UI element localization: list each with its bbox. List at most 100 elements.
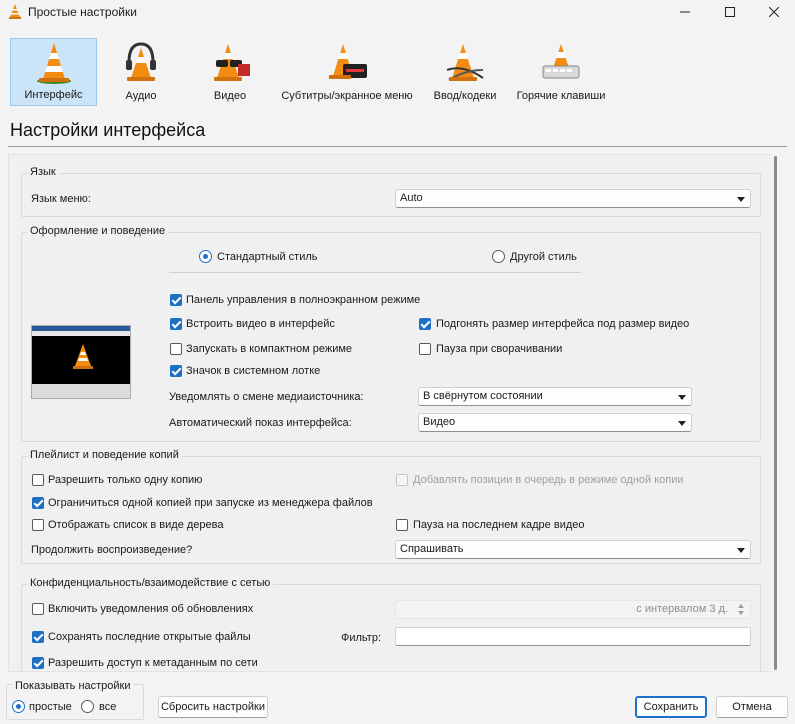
custom-style-radio[interactable]: [492, 250, 505, 263]
resize-interface-checkbox[interactable]: [419, 318, 431, 330]
tab-input-codecs[interactable]: Ввод/кодеки: [428, 38, 502, 106]
chevron-down-icon: [737, 197, 745, 202]
update-notify-checkbox[interactable]: [32, 603, 44, 615]
metadata-access-label: Разрешить доступ к метаданным по сети: [48, 657, 258, 669]
update-interval-spinbox[interactable]: с интервалом 3 д.: [395, 600, 751, 619]
tab-hotkeys-label: Горячие клавиши: [516, 90, 606, 102]
interface-preview-image: [31, 325, 131, 399]
auto-raise-label: Автоматический показ интерфейса:: [169, 417, 352, 429]
chevron-down-icon: [678, 395, 686, 400]
scrollbar-thumb[interactable]: [774, 156, 777, 670]
update-interval-value: с интервалом 3 д.: [636, 603, 728, 615]
tab-interface-label: Интерфейс: [24, 89, 83, 101]
systray-icon-label: Значок в системном лотке: [186, 365, 321, 377]
tab-subtitles-label: Субтитры/экранное меню: [281, 90, 413, 102]
filter-input[interactable]: [395, 627, 751, 646]
resume-playback-label: Продолжить воспроизведение?: [31, 544, 193, 556]
tree-view-label: Отображать список в виде дерева: [48, 519, 224, 531]
custom-style-label: Другой стиль: [510, 251, 577, 263]
appearance-group-title: Оформление и поведение: [27, 225, 169, 237]
tab-hotkeys[interactable]: Горячие клавиши: [512, 38, 610, 106]
tab-audio[interactable]: Аудио: [104, 38, 178, 106]
chevron-down-icon: [678, 421, 686, 426]
tab-video[interactable]: Видео: [192, 38, 268, 106]
enqueue-one-instance-label: Добавлять позиции в очередь в режиме одн…: [413, 474, 684, 486]
auto-raise-select[interactable]: Видео: [418, 413, 692, 432]
minimize-icon: [680, 11, 690, 13]
one-instance-label: Разрешить только одну копию: [48, 474, 203, 486]
title-bar: Простые настройки: [0, 0, 795, 24]
tab-interface[interactable]: Интерфейс: [10, 38, 97, 106]
spin-arrows-icon: [738, 603, 746, 617]
notify-change-label: Уведомлять о смене медиаисточника:: [169, 391, 364, 403]
style-separator: [169, 272, 581, 273]
notify-change-value: В свёрнутом состоянии: [423, 390, 543, 402]
category-toolbar: Интерфейс Аудио Видео Субтитры/экранное …: [0, 34, 795, 110]
auto-raise-value: Видео: [423, 416, 456, 428]
pause-last-frame-label: Пауза на последнем кадре видео: [413, 519, 585, 531]
tab-input-codecs-label: Ввод/кодеки: [433, 90, 497, 102]
playlist-group-title: Плейлист и поведение копий: [27, 449, 182, 461]
one-instance-file-manager-label: Ограничиться одной копией при запуске из…: [48, 497, 373, 509]
enqueue-one-instance-checkbox[interactable]: [396, 474, 408, 486]
vlc-cone-icon: [9, 4, 21, 19]
page-title: Настройки интерфейса: [10, 120, 206, 140]
resize-interface-label: Подгонять размер интерфейса под размер в…: [436, 318, 690, 330]
native-style-label: Стандартный стиль: [217, 251, 318, 263]
resume-playback-select[interactable]: Спрашивать: [395, 540, 751, 559]
language-group-title: Язык: [27, 166, 59, 178]
save-button[interactable]: Сохранить: [635, 696, 707, 718]
save-recent-label: Сохранять последние открытые файлы: [48, 631, 251, 643]
one-instance-checkbox[interactable]: [32, 474, 44, 486]
maximize-icon: [725, 7, 735, 17]
interface-cone-icon: [36, 43, 71, 84]
vertical-scrollbar[interactable]: [769, 156, 783, 670]
audio-cone-headphones-icon: [126, 42, 156, 81]
subtitles-cone-icon: [329, 44, 367, 79]
maximize-button[interactable]: [708, 0, 752, 24]
chevron-down-icon: [737, 548, 745, 553]
input-codecs-cone-icon: [446, 44, 484, 81]
tree-view-checkbox[interactable]: [32, 519, 44, 531]
hotkeys-cone-icon: [542, 44, 580, 79]
privacy-group-title: Конфиденциальность/взаимодействие с сеть…: [27, 577, 274, 589]
appearance-group: [21, 232, 761, 442]
minimize-button[interactable]: [663, 0, 707, 24]
fullscreen-controller-checkbox[interactable]: [170, 294, 182, 306]
close-button[interactable]: [752, 0, 795, 24]
pause-minimized-label: Пауза при сворачивании: [436, 343, 563, 355]
one-instance-file-manager-checkbox[interactable]: [32, 497, 44, 509]
all-settings-label: все: [99, 701, 117, 713]
pause-minimized-checkbox[interactable]: [419, 343, 431, 355]
embed-video-checkbox[interactable]: [170, 318, 182, 330]
all-settings-radio[interactable]: [81, 700, 94, 713]
tab-subtitles[interactable]: Субтитры/экранное меню: [279, 38, 415, 106]
compact-mode-checkbox[interactable]: [170, 343, 182, 355]
compact-mode-label: Запускать в компактном режиме: [186, 343, 353, 355]
tab-video-label: Видео: [213, 90, 247, 102]
save-recent-checkbox[interactable]: [32, 631, 44, 643]
title-divider: [8, 146, 787, 147]
simple-settings-radio[interactable]: [12, 700, 25, 713]
menu-language-label: Язык меню:: [31, 193, 91, 205]
cancel-button[interactable]: Отмена: [716, 696, 788, 718]
native-style-radio[interactable]: [199, 250, 212, 263]
settings-scroll-area[interactable]: Язык Язык меню: Auto Оформление и поведе…: [8, 154, 771, 672]
preview-cone-icon: [73, 344, 93, 369]
menu-language-value: Auto: [400, 192, 423, 204]
update-notify-label: Включить уведомления об обновлениях: [48, 603, 254, 615]
video-cone-glasses-icon: [214, 44, 250, 81]
reset-settings-button[interactable]: Сбросить настройки: [158, 696, 268, 718]
show-settings-title: Показывать настройки: [12, 680, 134, 692]
menu-language-select[interactable]: Auto: [395, 189, 751, 208]
notify-change-select[interactable]: В свёрнутом состоянии: [418, 387, 692, 406]
embed-video-label: Встроить видео в интерфейс: [186, 318, 335, 330]
simple-settings-label: простые: [29, 701, 72, 713]
pause-last-frame-checkbox[interactable]: [396, 519, 408, 531]
metadata-access-checkbox[interactable]: [32, 657, 44, 669]
window-title: Простые настройки: [28, 5, 137, 19]
systray-icon-checkbox[interactable]: [170, 365, 182, 377]
resume-playback-value: Спрашивать: [400, 543, 464, 555]
tab-audio-label: Аудио: [125, 90, 157, 102]
filter-label: Фильтр:: [341, 632, 382, 644]
